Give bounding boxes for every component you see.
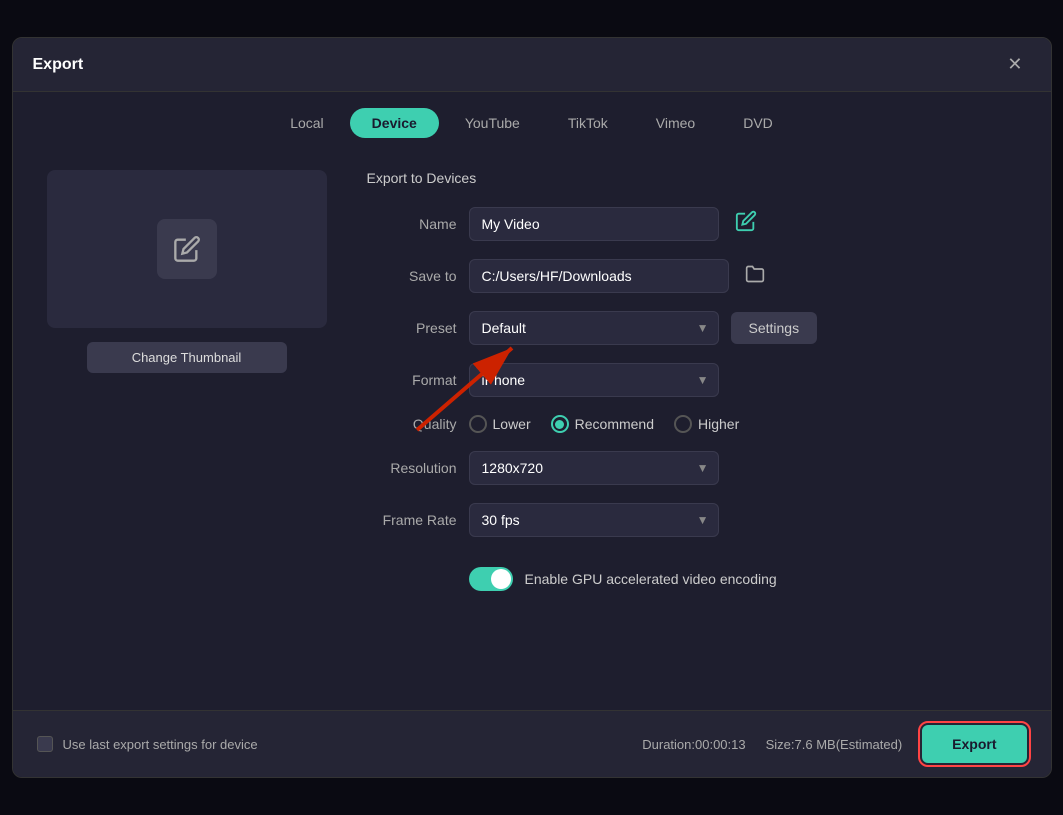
ai-button[interactable] <box>731 206 761 241</box>
save-to-input[interactable] <box>469 259 729 293</box>
tab-dvd[interactable]: DVD <box>721 108 795 138</box>
name-label: Name <box>367 216 457 232</box>
preset-row: Preset Default Custom ▼ Settings <box>367 311 1017 345</box>
export-dialog: Export ✕ Local Device YouTube TikTok Vim… <box>12 37 1052 778</box>
resolution-label: Resolution <box>367 460 457 476</box>
close-button[interactable]: ✕ <box>999 50 1030 79</box>
quality-higher-option[interactable]: Higher <box>674 415 739 433</box>
format-select-wrapper: iPhone iPad Android Apple TV ▼ <box>469 363 719 397</box>
tab-bar: Local Device YouTube TikTok Vimeo DVD <box>13 92 1051 150</box>
footer-right: Duration:00:00:13 Size:7.6 MB(Estimated)… <box>642 725 1026 763</box>
format-select[interactable]: iPhone iPad Android Apple TV <box>469 363 719 397</box>
toggle-knob <box>491 569 511 589</box>
duration-info: Duration:00:00:13 <box>642 737 745 752</box>
quality-recommend-option[interactable]: Recommend <box>551 415 654 433</box>
gpu-toggle[interactable] <box>469 567 513 591</box>
quality-higher-radio[interactable] <box>674 415 692 433</box>
quality-recommend-radio[interactable] <box>551 415 569 433</box>
frame-rate-select-wrapper: 24 fps 30 fps 60 fps ▼ <box>469 503 719 537</box>
tab-tiktok[interactable]: TikTok <box>546 108 630 138</box>
dialog-footer: Use last export settings for device Dura… <box>13 710 1051 777</box>
preset-select-wrapper: Default Custom ▼ <box>469 311 719 345</box>
folder-button[interactable] <box>741 260 769 293</box>
left-panel: Change Thumbnail <box>37 170 337 690</box>
resolution-select-wrapper: 1280x720 1920x1080 3840x2160 ▼ <box>469 451 719 485</box>
settings-button[interactable]: Settings <box>731 312 818 344</box>
right-panel: Export to Devices Name Save to <box>357 170 1027 690</box>
quality-higher-label: Higher <box>698 416 739 432</box>
preset-select[interactable]: Default Custom <box>469 311 719 345</box>
gpu-row: Enable GPU accelerated video encoding <box>469 567 1017 591</box>
section-title: Export to Devices <box>367 170 1017 186</box>
dialog-title: Export <box>33 56 84 74</box>
quality-lower-option[interactable]: Lower <box>469 415 531 433</box>
quality-lower-label: Lower <box>493 416 531 432</box>
thumbnail-preview <box>47 170 327 328</box>
resolution-row: Resolution 1280x720 1920x1080 3840x2160 … <box>367 451 1017 485</box>
quality-options: Lower Recommend Higher <box>469 415 740 433</box>
size-info: Size:7.6 MB(Estimated) <box>766 737 903 752</box>
tab-vimeo[interactable]: Vimeo <box>634 108 717 138</box>
radio-selected-indicator <box>555 420 564 429</box>
footer-left: Use last export settings for device <box>37 736 258 752</box>
frame-rate-select[interactable]: 24 fps 30 fps 60 fps <box>469 503 719 537</box>
main-content: Change Thumbnail Export to Devices Name <box>13 150 1051 710</box>
frame-rate-row: Frame Rate 24 fps 30 fps 60 fps ▼ <box>367 503 1017 537</box>
last-settings-checkbox[interactable] <box>37 736 53 752</box>
quality-recommend-label: Recommend <box>575 416 654 432</box>
quality-label: Quality <box>367 416 457 432</box>
name-input[interactable] <box>469 207 719 241</box>
dialog-header: Export ✕ <box>13 38 1051 92</box>
export-button[interactable]: Export <box>922 725 1026 763</box>
save-to-label: Save to <box>367 268 457 284</box>
quality-lower-radio[interactable] <box>469 415 487 433</box>
change-thumbnail-button[interactable]: Change Thumbnail <box>87 342 287 373</box>
thumbnail-icon <box>157 219 217 279</box>
frame-rate-label: Frame Rate <box>367 512 457 528</box>
format-label: Format <box>367 372 457 388</box>
format-row: Format iPhone iPad Android Apple TV ▼ <box>367 363 1017 397</box>
gpu-label: Enable GPU accelerated video encoding <box>525 571 777 587</box>
quality-row: Quality Lower Recommend <box>367 415 1017 433</box>
save-to-row: Save to <box>367 259 1017 293</box>
tab-youtube[interactable]: YouTube <box>443 108 542 138</box>
tab-local[interactable]: Local <box>268 108 345 138</box>
preset-label: Preset <box>367 320 457 336</box>
name-row: Name <box>367 206 1017 241</box>
last-settings-label: Use last export settings for device <box>63 737 258 752</box>
resolution-select[interactable]: 1280x720 1920x1080 3840x2160 <box>469 451 719 485</box>
tab-device[interactable]: Device <box>350 108 439 138</box>
